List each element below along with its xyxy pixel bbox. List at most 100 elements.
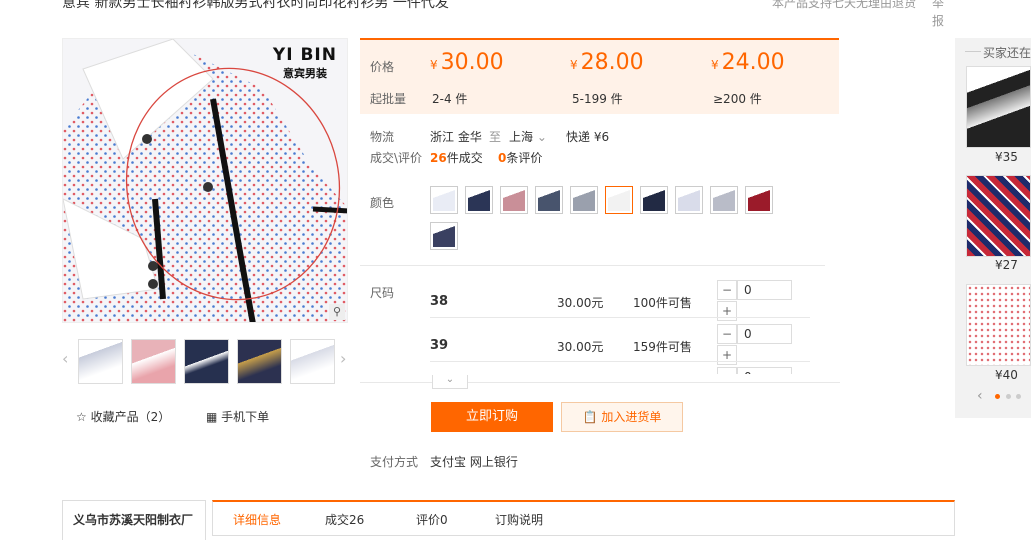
minus-button[interactable]: − — [717, 280, 737, 300]
color-swatch[interactable] — [745, 186, 773, 214]
plus-button[interactable]: + — [717, 345, 737, 365]
mobile-order[interactable]: ▦ 手机下单 — [206, 408, 269, 425]
thumb-next-icon[interactable]: › — [340, 349, 346, 368]
swatch-color — [678, 189, 700, 211]
color-swatch[interactable] — [605, 186, 633, 214]
swatch-color — [748, 189, 770, 211]
recommend-item-3-price[interactable]: ¥40 — [995, 368, 1018, 382]
brand-name: YI BIN — [272, 45, 337, 65]
color-swatch[interactable] — [710, 186, 738, 214]
color-swatch[interactable] — [500, 186, 528, 214]
swatch-color — [643, 189, 665, 211]
size-price: 30.00元 — [557, 296, 604, 310]
size-value: 39 — [430, 338, 449, 353]
favorite-label: 收藏产品（2） — [90, 410, 171, 424]
minus-button[interactable]: − — [717, 324, 737, 344]
tab-order-info[interactable]: 订购说明 — [495, 511, 543, 528]
quantity-input[interactable]: 0 — [737, 367, 792, 374]
swatch-color — [608, 189, 630, 211]
thumbnail-5[interactable] — [290, 339, 335, 384]
moq-label: 起批量 — [370, 92, 407, 106]
color-swatch[interactable] — [570, 186, 598, 214]
color-swatch[interactable] — [430, 222, 458, 250]
logistics-label: 物流 — [370, 130, 395, 144]
divider — [360, 265, 825, 266]
quantity-input[interactable]: 0 — [737, 324, 792, 344]
price-tier-1: ¥30.00 — [430, 50, 504, 75]
price-tier-2: ¥28.00 — [570, 50, 644, 75]
add-to-cart-label: 加入进货单 — [601, 410, 662, 424]
main-product-image[interactable]: YI BIN 意宾男装 ⚲ — [62, 38, 348, 323]
size-stock: 159件可售 — [633, 340, 692, 354]
divider — [430, 361, 810, 362]
price-label: 价格 — [370, 60, 395, 74]
thumbnail-1[interactable] — [78, 339, 123, 384]
zoom-icon[interactable]: ⚲ — [329, 304, 345, 320]
brand-subname: 意宾男装 — [282, 67, 327, 80]
clipboard-icon: 📋 — [582, 410, 598, 424]
brand-logo: YI BIN 意宾男装 — [273, 45, 337, 81]
thumbnail-4[interactable] — [237, 339, 282, 384]
swatch-color — [538, 189, 560, 211]
color-swatch[interactable] — [430, 186, 458, 214]
mobile-order-label: 手机下单 — [221, 410, 270, 424]
page-dot-active[interactable] — [995, 394, 1000, 399]
recommend-sidebar: 买家还在 ¥35 ¥27 ¥40 ‹ — [955, 38, 1031, 418]
sold-count[interactable]: 26件成交 — [430, 149, 483, 166]
add-to-cart-button[interactable]: 📋 加入进货单 — [561, 402, 683, 432]
page-dot[interactable] — [1006, 394, 1011, 399]
order-now-button[interactable]: 立即订购 — [431, 402, 553, 432]
qty-tier-1: 2-4 件 — [432, 92, 468, 106]
product-title: 意宾 新款男士长袖衬衫韩版男式衬衣时尚印花衬衫男 一件代发 — [62, 0, 449, 11]
color-swatch[interactable] — [675, 186, 703, 214]
thumbnail-3[interactable] — [184, 339, 229, 384]
ship-to-word: 至 — [489, 130, 502, 144]
color-label: 颜色 — [370, 196, 395, 210]
thumbnail-2[interactable] — [131, 339, 176, 384]
quantity-input[interactable]: 0 — [737, 280, 792, 300]
plus-button[interactable]: + — [717, 301, 737, 321]
review-count[interactable]: 0条评价 — [498, 149, 542, 166]
recommend-item-2-image[interactable] — [966, 175, 1031, 257]
size-stock: 100件可售 — [633, 296, 692, 310]
ship-to-select[interactable]: 上海 ⌄ — [509, 128, 547, 145]
recommend-title: 买家还在 — [983, 46, 1031, 60]
deals-label: 成交\评价 — [370, 151, 423, 165]
color-swatch[interactable] — [640, 186, 668, 214]
swatch-color — [433, 189, 455, 211]
recommend-item-3-image[interactable] — [966, 284, 1031, 366]
table-row: − 0 — [430, 367, 810, 374]
price-tier-3: ¥24.00 — [711, 50, 785, 75]
thumb-prev-icon[interactable]: ‹ — [62, 349, 68, 368]
expand-sizes-button[interactable]: ⌄ — [432, 375, 468, 389]
size-value: 38 — [430, 294, 449, 309]
recommend-item-2-price[interactable]: ¥27 — [995, 258, 1018, 272]
swatch-color — [713, 189, 735, 211]
divider — [430, 317, 810, 318]
sidebar-prev-icon[interactable]: ‹ — [977, 388, 983, 404]
shop-info: 义乌市苏溪天阳制衣厂 — [62, 500, 206, 540]
recommend-item-1-price[interactable]: ¥35 — [995, 150, 1018, 164]
swatch-color — [573, 189, 595, 211]
swatch-color — [433, 225, 455, 247]
shop-name[interactable]: 义乌市苏溪天阳制衣厂 — [73, 511, 193, 528]
swatch-color — [468, 189, 490, 211]
price-panel: 价格 起批量 ¥30.00 ¥28.00 ¥24.00 2-4 件 5-199 … — [360, 38, 839, 114]
qty-tier-3: ≥200 件 — [713, 92, 762, 106]
payment-methods: 支付宝 网上银行 — [430, 455, 518, 469]
recommend-item-1-image[interactable] — [966, 66, 1031, 148]
color-swatch[interactable] — [465, 186, 493, 214]
tab-reviews[interactable]: 评价0 — [416, 511, 448, 528]
star-icon: ☆ — [76, 410, 87, 424]
size-table[interactable]: 38 30.00元 100件可售 − 0 + 39 30.00元 159件可售 … — [430, 280, 810, 374]
favorite-product[interactable]: ☆ 收藏产品（2） — [76, 408, 170, 425]
tab-deals[interactable]: 成交26 — [325, 511, 364, 528]
color-swatch[interactable] — [535, 186, 563, 214]
shirt-illustration — [63, 39, 347, 322]
size-price: 30.00元 — [557, 340, 604, 354]
qty-tier-2: 5-199 件 — [572, 92, 623, 106]
tab-details[interactable]: 详细信息 — [233, 511, 281, 528]
page-dot[interactable] — [1016, 394, 1021, 399]
minus-button[interactable]: − — [717, 367, 737, 374]
report-link[interactable]: 举报 — [932, 0, 946, 30]
